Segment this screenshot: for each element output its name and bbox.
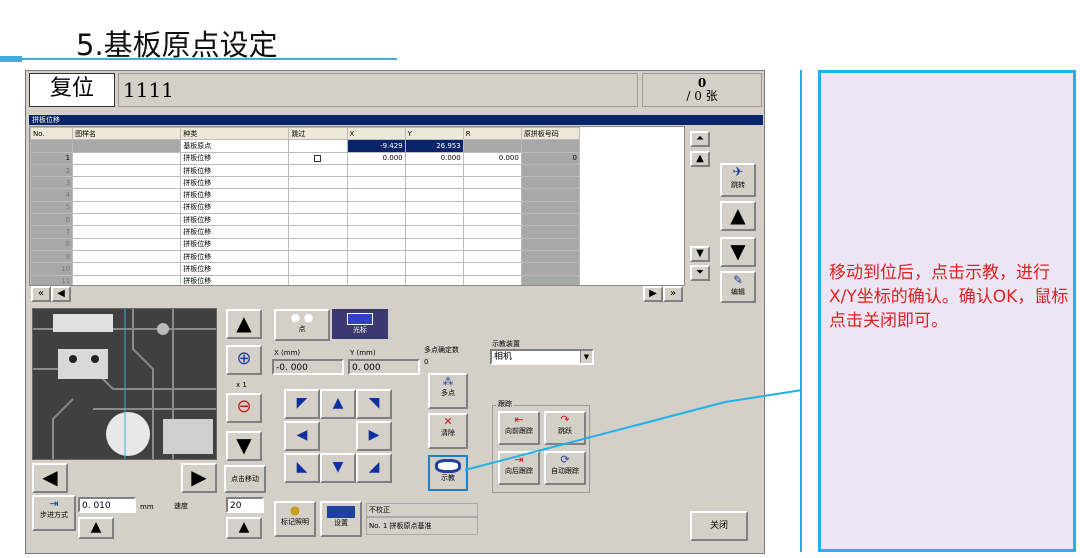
annotation-box: 移动到位后，点击示教，进行X/Y坐标的确认。确认OK，鼠标点击关闭即可。 <box>818 70 1076 552</box>
annotation-text: 移动到位后，点击示教，进行X/Y坐标的确认。确认OK，鼠标点击关闭即可。 <box>829 263 1069 331</box>
callout-divider <box>800 70 802 552</box>
